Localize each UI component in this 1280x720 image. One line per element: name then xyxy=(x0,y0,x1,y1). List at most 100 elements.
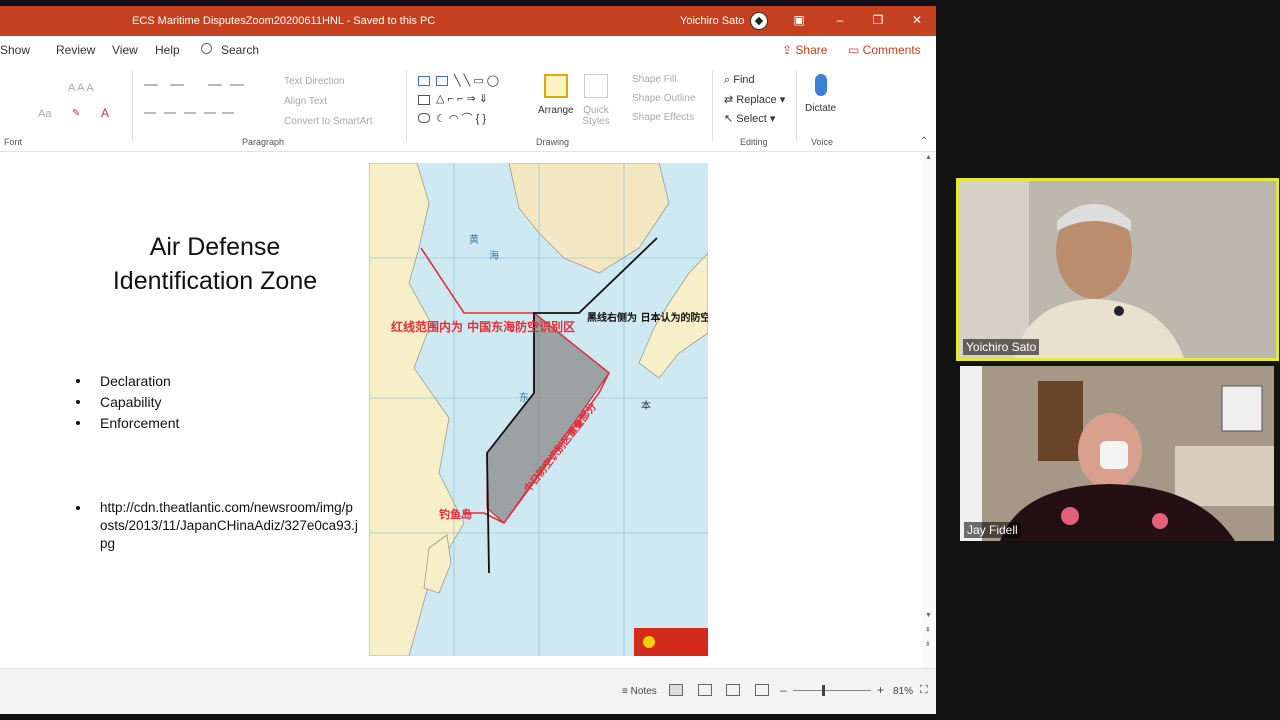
slide-title-line-1: Air Defense xyxy=(149,233,281,261)
reading-view-icon[interactable] xyxy=(726,684,740,696)
shape-effects-button[interactable]: Shape Effects xyxy=(632,112,694,123)
scroll-up-icon[interactable]: ▲ xyxy=(925,154,932,161)
shirt-flower xyxy=(1061,507,1079,525)
font-case-icon[interactable]: Aa xyxy=(38,108,51,120)
collapse-ribbon-icon[interactable]: ⌃ xyxy=(920,136,928,147)
columns-icon[interactable] xyxy=(222,112,234,114)
comments-button[interactable]: ▭ Comments xyxy=(848,43,921,57)
find-button[interactable]: ⌕ Find xyxy=(724,74,755,87)
text-direction-button[interactable]: Text Direction xyxy=(284,76,345,87)
adiz-map: 红线范围内为 中国东海防空识别区 黑线右侧为 日本认为的防空识别区 中日防空识别… xyxy=(369,163,708,656)
select-label: Select xyxy=(736,113,767,125)
diaoyu-label: 钓鱼岛 xyxy=(439,507,472,521)
participant-name: Jay Fidell xyxy=(964,522,1021,538)
slideshow-view-icon[interactable] xyxy=(755,684,769,696)
font-size-icons[interactable]: A A A xyxy=(68,82,94,94)
participant-tile[interactable]: Jay Fidell xyxy=(960,366,1274,541)
close-icon[interactable]: ✕ xyxy=(910,13,924,27)
tab-slide-show[interactable]: Show xyxy=(0,43,30,57)
participant-tile-active[interactable]: Yoichiro Sato xyxy=(956,178,1279,361)
china-adiz-label: 红线范围内为 中国东海防空识别区 xyxy=(391,319,575,334)
slide-title[interactable]: Air Defense Identification Zone xyxy=(60,230,370,298)
coffee-mug xyxy=(1100,441,1128,469)
scroll-down-icon[interactable]: ▼ xyxy=(925,612,932,619)
bullet-text: Capability xyxy=(100,394,162,410)
more-shapes-icons[interactable]: ☾ ◠ ⌒ { } xyxy=(436,110,486,126)
rounded-shape-icon[interactable] xyxy=(418,113,430,123)
sea-label: 东 xyxy=(519,391,529,404)
slide-title-line-2: Identification Zone xyxy=(112,267,318,295)
account-avatar[interactable] xyxy=(750,12,768,30)
notes-button[interactable]: ≡ Notes xyxy=(622,686,657,697)
zoom-level[interactable]: 81% xyxy=(893,686,913,697)
zoom-out-icon[interactable]: – xyxy=(780,683,787,697)
restore-icon[interactable]: ❐ xyxy=(871,13,885,27)
select-button[interactable]: ↖ Select ▾ xyxy=(724,112,775,125)
account-name[interactable]: Yoichiro Sato xyxy=(680,15,744,27)
replace-label: Replace xyxy=(736,94,777,106)
arrange-button[interactable]: Arrange xyxy=(538,105,574,116)
zoom-slider[interactable] xyxy=(793,690,871,691)
align-center-icon[interactable] xyxy=(164,112,176,114)
arrange-icon[interactable] xyxy=(544,74,568,98)
search-icon[interactable] xyxy=(201,43,212,54)
powerpoint-window: ECS Maritime DisputesZoom20200611HNL - S… xyxy=(0,6,936,714)
align-left-icon[interactable] xyxy=(144,112,156,114)
replace-button[interactable]: ⇄ Replace ▾ xyxy=(724,93,785,106)
shape-outline-button[interactable]: Shape Outline xyxy=(632,93,695,104)
participant-video xyxy=(959,181,1276,358)
video-wall xyxy=(959,181,1029,358)
previous-slide-icon[interactable]: ⇞ xyxy=(925,626,931,634)
notes-label: Notes xyxy=(630,686,657,697)
justify-icon[interactable] xyxy=(204,112,216,114)
bullet-icon xyxy=(76,379,80,383)
search-box[interactable]: Search xyxy=(221,43,259,57)
status-bar: ≡ Notes – + 81% ⛶ xyxy=(0,668,936,714)
voice-group-label: Voice xyxy=(811,137,834,147)
ribbon-display-icon[interactable]: ▣ xyxy=(792,13,806,27)
comments-label: Comments xyxy=(862,43,921,57)
tab-review[interactable]: Review xyxy=(56,43,95,57)
decrease-indent-icon[interactable] xyxy=(208,84,222,86)
normal-view-icon[interactable] xyxy=(669,684,683,696)
dictate-button[interactable]: Dictate xyxy=(805,103,836,114)
increase-indent-icon[interactable] xyxy=(230,84,244,86)
convert-smartart-button[interactable]: Convert to SmartArt xyxy=(284,116,372,127)
sofa xyxy=(1175,446,1274,506)
numbering-icon[interactable] xyxy=(170,84,184,86)
shape-fill-button[interactable]: Shape Fill xyxy=(632,74,676,85)
align-text-button[interactable]: Align Text xyxy=(284,96,327,107)
quick-styles-icon[interactable] xyxy=(584,74,608,98)
line-shapes-icons[interactable]: ╲ ╲ ▭ ◯ xyxy=(454,74,499,87)
quick-styles-button[interactable]: Quick Styles xyxy=(576,105,616,127)
ribbon: A A A Aa ✎ A Font Text Direction Align T… xyxy=(0,62,936,152)
font-color-icon[interactable]: A xyxy=(101,106,109,120)
bullets-icon[interactable] xyxy=(144,84,158,86)
vertical-textbox-icon[interactable] xyxy=(436,76,448,86)
zoom-slider-thumb[interactable] xyxy=(822,685,825,696)
title-bar: ECS Maritime DisputesZoom20200611HNL - S… xyxy=(0,6,936,36)
bullet-text: Enforcement xyxy=(100,415,180,431)
headset-microphone xyxy=(1114,306,1124,316)
fit-slide-icon[interactable]: ⛶ xyxy=(920,684,928,697)
next-slide-icon[interactable]: ⇟ xyxy=(925,640,931,648)
highlight-icon[interactable]: ✎ xyxy=(72,108,80,119)
textbox-shape-icon[interactable] xyxy=(418,76,430,86)
window-light xyxy=(960,366,982,541)
drawing-group-label: Drawing xyxy=(536,137,570,147)
minimize-icon[interactable]: – xyxy=(833,13,847,27)
share-button[interactable]: ⇪ Share xyxy=(782,43,827,57)
rectangle-shape-icon[interactable] xyxy=(418,95,430,105)
bullet-icon xyxy=(76,506,80,510)
align-right-icon[interactable] xyxy=(184,112,196,114)
separator xyxy=(796,70,797,142)
tab-view[interactable]: View xyxy=(112,43,138,57)
zoom-in-icon[interactable]: + xyxy=(877,683,884,697)
tab-help[interactable]: Help xyxy=(155,43,180,57)
microphone-icon[interactable] xyxy=(815,74,827,96)
slide-editor[interactable]: Air Defense Identification Zone Declarat… xyxy=(0,152,922,668)
slide-sorter-icon[interactable] xyxy=(698,684,712,696)
vertical-scrollbar[interactable]: ▲ ▼ ⇞ ⇟ xyxy=(922,152,936,668)
basic-shapes-icons[interactable]: △ ⌐ ⌐ ⇒ ⇓ xyxy=(436,92,488,105)
editing-group-label: Editing xyxy=(740,137,768,147)
